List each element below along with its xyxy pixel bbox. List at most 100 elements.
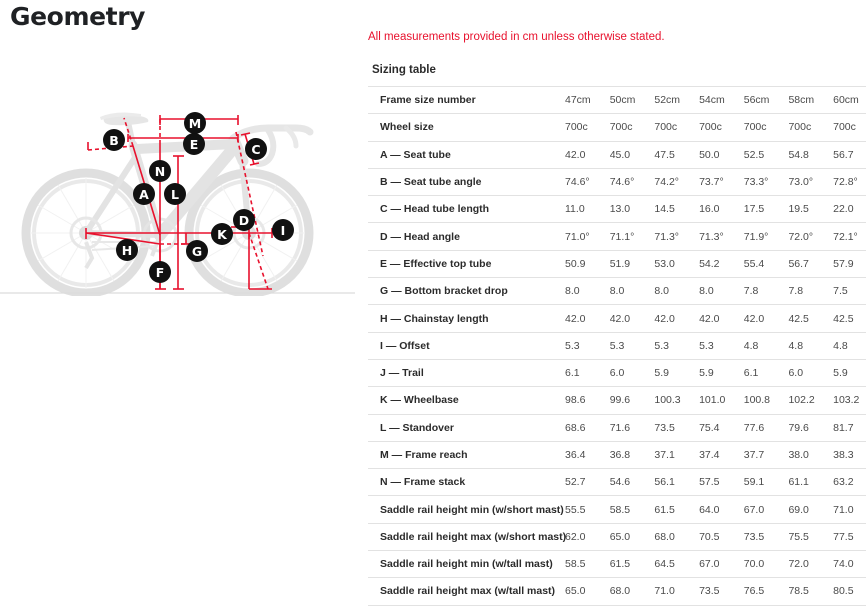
table-cell: 74.6° xyxy=(565,176,590,189)
table-row-label: Wheel size xyxy=(380,121,434,134)
badge-L: L xyxy=(164,183,186,205)
table-row-label: B — Seat tube angle xyxy=(380,176,482,189)
table-row-label: K — Wheelbase xyxy=(380,394,459,407)
table-row: A — Seat tube 42.0 45.0 47.5 50.0 52.5 54.8 56.… xyxy=(368,141,866,168)
table-cell: 16.0 xyxy=(699,203,720,216)
table-cell: 78.5 xyxy=(788,585,809,598)
table-cell: 42.0 xyxy=(565,312,586,325)
geometry-diagram: TREK A B C D E F G H I K L M N xyxy=(0,46,360,296)
table-row: B — Seat tube angle 74.6° 74.6° 74.2° 73.7° 7… xyxy=(368,168,866,195)
table-cell: 69.0 xyxy=(788,503,809,516)
table-cell: 70.0 xyxy=(743,558,765,571)
badge-E-label: E xyxy=(190,137,199,152)
table-cell: 75.4 xyxy=(699,421,720,434)
badge-B-label: B xyxy=(109,133,119,148)
table-cell: 37.7 xyxy=(743,449,765,461)
table-cell: 101.0 xyxy=(699,394,726,407)
table-cell: 62.0 xyxy=(565,530,586,543)
table-cell: 5.9 xyxy=(699,367,714,380)
table-cell: 50.9 xyxy=(565,257,586,270)
table-row: K — Wheelbase 98.6 99.6 100.3 101.0 100.8 102.… xyxy=(368,386,866,414)
table-cell: 56cm xyxy=(743,94,770,107)
table-cell: 6.1 xyxy=(565,367,580,380)
table-cell: 5.3 xyxy=(565,339,580,352)
badge-G: G xyxy=(186,240,208,262)
table-cell: 71.0 xyxy=(654,585,675,598)
table-row-label: D — Head angle xyxy=(380,230,460,243)
table-cell: 5.3 xyxy=(699,339,714,352)
badge-N: N xyxy=(149,160,171,182)
table-row: J — Trail 6.1 6.0 5.9 5.9 6.1 6.0 5.9 xyxy=(368,359,866,386)
table-cell: 60cm xyxy=(833,94,859,107)
badge-M-label: M xyxy=(189,116,201,131)
badge-C: C xyxy=(245,138,267,160)
table-cell: 77.6 xyxy=(743,421,765,434)
table-cell: 14.5 xyxy=(654,203,675,216)
table-cell: 72.8° xyxy=(833,176,858,189)
badge-L-label: L xyxy=(171,187,179,202)
page-title: Geometry xyxy=(10,2,146,31)
table-cell: 71.3° xyxy=(699,230,724,243)
table-cell: 13.0 xyxy=(609,203,631,216)
badge-H-label: H xyxy=(122,243,132,258)
table-row: E — Effective top tube 50.9 51.9 53.0 54.2 55… xyxy=(368,250,866,277)
table-cell: 74.2° xyxy=(654,176,680,189)
table-cell: 53.0 xyxy=(654,257,675,270)
table-cell: 700c xyxy=(654,121,678,134)
table-row-label: Saddle rail height min (w/short mast) xyxy=(380,503,564,516)
table-row-label: A — Seat tube xyxy=(380,148,451,161)
table-cell: 36.4 xyxy=(565,449,586,461)
table-row-label: Saddle rail height max (w/tall mast) xyxy=(380,585,556,598)
table-row: G — Bottom bracket drop 8.0 8.0 8.0 8.0 7.8 7.… xyxy=(368,277,866,305)
table-cell: 42.0 xyxy=(654,312,675,325)
badge-E: E xyxy=(183,133,205,155)
table-row-label: G — Bottom bracket drop xyxy=(380,285,508,298)
badge-M: M xyxy=(184,112,206,134)
table-row: Saddle rail height min (w/tall mast) 58.5… xyxy=(368,550,866,578)
table-cell: 65.0 xyxy=(609,530,631,543)
table-row: M — Frame reach 36.4 36.8 37.1 37.4 37.7 38.0 3… xyxy=(368,441,866,468)
table-row-label: I — Offset xyxy=(380,339,430,352)
table-cell: 71.3° xyxy=(654,230,680,243)
table-cell: 700c xyxy=(833,121,856,134)
sizing-table-body: Frame size number 47cm 50cm 52cm 54cm 56cm 58c… xyxy=(368,86,866,606)
table-cell: 72.0° xyxy=(788,230,814,243)
table-cell: 22.0 xyxy=(833,203,854,216)
table-row: Frame size number 47cm 50cm 52cm 54cm 56cm 58c… xyxy=(368,86,866,114)
table-cell: 4.8 xyxy=(788,339,804,352)
badge-F-label: F xyxy=(156,265,165,280)
table-cell: 67.0 xyxy=(743,503,765,516)
table-row-label: M — Frame reach xyxy=(380,449,468,461)
table-cell: 71.1° xyxy=(609,230,635,243)
table-cell: 17.5 xyxy=(743,203,765,216)
table-cell: 75.5 xyxy=(788,530,809,543)
table-cell: 74.0 xyxy=(833,558,854,571)
sizing-table: Frame size number 47cm 50cm 52cm 54cm 56cm 58c… xyxy=(368,86,866,606)
table-cell: 8.0 xyxy=(654,285,669,298)
table-row: Wheel size 700c 700c 700c 700c 700c 700c 700c xyxy=(368,113,866,141)
table-cell: 50cm xyxy=(609,94,636,107)
table-cell: 700c xyxy=(609,121,633,134)
badge-D: D xyxy=(233,209,255,231)
table-cell: 4.8 xyxy=(833,339,848,352)
badge-G-label: G xyxy=(192,244,202,259)
table-cell: 98.6 xyxy=(565,394,586,407)
table-cell: 56.7 xyxy=(833,148,854,161)
badge-F: F xyxy=(149,261,171,283)
table-caption: Sizing table xyxy=(372,64,436,76)
table-cell: 71.9° xyxy=(743,230,769,243)
table-cell: 38.0 xyxy=(788,449,809,461)
table-cell: 73.5 xyxy=(654,421,675,434)
table-cell: 71.6 xyxy=(609,421,631,434)
table-cell: 81.7 xyxy=(833,421,854,434)
table-cell: 73.5 xyxy=(699,585,720,598)
badge-H: H xyxy=(116,239,138,261)
table-cell: 6.0 xyxy=(609,367,625,380)
table-cell: 99.6 xyxy=(609,394,631,407)
table-cell: 74.6° xyxy=(609,176,635,189)
table-cell: 42.0 xyxy=(565,148,586,161)
table-cell: 42.0 xyxy=(699,312,720,325)
table-cell: 56.7 xyxy=(788,257,809,270)
badge-K: K xyxy=(211,223,233,245)
table-cell: 59.1 xyxy=(743,476,765,489)
